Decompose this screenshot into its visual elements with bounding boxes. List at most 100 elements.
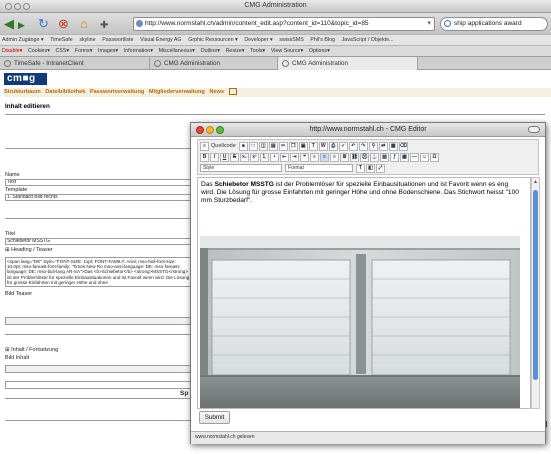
devbar-item[interactable]: Tools▾ xyxy=(250,48,265,54)
image-icon[interactable]: ▨ xyxy=(380,153,389,162)
bookmark-item[interactable]: Phil's Blog xyxy=(310,37,335,43)
devbar-item[interactable]: Forms▾ xyxy=(75,48,93,54)
bookmark-item[interactable]: Grphic Ressourcen ▾ xyxy=(188,37,237,43)
save-icon[interactable]: ■ xyxy=(238,142,248,151)
redo-icon[interactable]: ↷ xyxy=(358,142,368,151)
align-center-icon[interactable]: ≡ xyxy=(320,153,329,162)
anchor-icon[interactable]: ⚓ xyxy=(370,153,379,162)
nav-passwortverwaltung[interactable]: Passwortverwaltung xyxy=(90,89,144,95)
flash-icon[interactable]: ƒ xyxy=(390,153,399,162)
tab-cmg-admin-2[interactable]: CMG Administration xyxy=(278,57,418,70)
editor-paragraph[interactable]: Das Schiebetor MSSTG ist der Problemlöse… xyxy=(201,181,521,205)
bg-color-icon[interactable]: ◧ xyxy=(366,164,375,173)
submit-button[interactable]: Submit xyxy=(199,411,230,424)
style-select[interactable]: Style xyxy=(200,164,282,172)
source-label[interactable]: Quellcode xyxy=(211,143,236,149)
superscript-icon[interactable]: x² xyxy=(250,153,259,162)
maximize-icon[interactable]: ⤢ xyxy=(376,164,385,173)
bookmark-icon[interactable]: ✚ xyxy=(100,19,108,32)
spellcheck-icon[interactable]: ✓ xyxy=(338,142,348,151)
heading-teaser-toggle[interactable]: ⊞ Heading / Teaser xyxy=(5,247,53,253)
find-icon[interactable]: ⚲ xyxy=(368,142,378,151)
devbar-item[interactable]: Miscellaneous▾ xyxy=(159,48,195,54)
smiley-icon[interactable]: ☺ xyxy=(420,153,429,162)
justify-icon[interactable]: ≣ xyxy=(340,153,349,162)
toolbar-toggle-button[interactable] xyxy=(528,126,540,133)
text-color-icon[interactable]: T xyxy=(356,164,365,173)
blockquote-icon[interactable]: ❝ xyxy=(300,153,309,162)
back-icon[interactable]: ◀ xyxy=(4,17,14,30)
nav-dateibibliothek[interactable]: Dateibibliothek xyxy=(45,89,85,95)
align-left-icon[interactable]: ≡ xyxy=(310,153,319,162)
bookmark-item[interactable]: Admin Zugänge ▾ xyxy=(2,37,44,43)
new-page-icon[interactable]: □ xyxy=(248,142,258,151)
inhalt-toggle[interactable]: ⊞ Inhalt / Fortsetzung xyxy=(5,347,58,353)
subscript-icon[interactable]: x₂ xyxy=(240,153,249,162)
bookmark-item[interactable]: Visual Energy AG xyxy=(140,37,181,43)
indent-icon[interactable]: ⇥ xyxy=(290,153,299,162)
dropdown-icon[interactable]: ▾ xyxy=(427,19,431,27)
copy-icon[interactable]: ❐ xyxy=(288,142,298,151)
templates-icon[interactable]: ▤ xyxy=(268,142,278,151)
home-icon[interactable]: ⌂ xyxy=(80,17,88,30)
bold-icon[interactable]: B xyxy=(200,153,209,162)
cut-icon[interactable]: ✂ xyxy=(278,142,288,151)
devbar-item[interactable]: View Source▾ xyxy=(271,48,303,54)
garage-doors-image[interactable] xyxy=(200,236,520,408)
preview-icon[interactable]: ◫ xyxy=(258,142,268,151)
bild-teaser-field[interactable] xyxy=(5,317,193,325)
devbar-item[interactable]: Cookies▾ xyxy=(28,48,50,54)
italic-icon[interactable]: I xyxy=(210,153,219,162)
bookmark-item[interactable]: TimeSafe xyxy=(50,37,72,43)
source-icon[interactable]: ≡ xyxy=(200,142,209,151)
scroll-up-icon[interactable]: ▲ xyxy=(533,179,538,185)
select-all-icon[interactable]: ▦ xyxy=(388,142,398,151)
paste-icon[interactable]: ▣ xyxy=(298,142,308,151)
tab-cmg-admin-1[interactable]: CMG Administration xyxy=(150,57,278,70)
numbered-list-icon[interactable]: ⒈ xyxy=(260,153,269,162)
notes-icon[interactable] xyxy=(228,88,237,96)
format-select[interactable]: Format xyxy=(285,164,353,172)
unlink-icon[interactable]: ⛒ xyxy=(360,153,369,162)
content-field[interactable] xyxy=(5,381,193,389)
paste-text-icon[interactable]: T xyxy=(308,142,318,151)
bookmark-item[interactable]: swissSMS xyxy=(279,37,303,43)
outdent-icon[interactable]: ⇤ xyxy=(280,153,289,162)
devbar-item[interactable]: Disable▾ xyxy=(2,48,22,54)
devbar-item[interactable]: Images▾ xyxy=(98,48,118,54)
address-bar[interactable]: http://www.normstahl.ch/admin/content_ed… xyxy=(133,17,435,31)
teaser-textarea[interactable]: <span lang="DE" style="FONT-SIZE: 11pt; … xyxy=(5,257,193,287)
nav-news[interactable]: News xyxy=(209,89,224,95)
devbar-item[interactable]: Resize▾ xyxy=(226,48,245,54)
devbar-item[interactable]: Information▾ xyxy=(124,48,153,54)
bild-inhalt-field[interactable] xyxy=(5,365,193,373)
remove-format-icon[interactable]: ⌫ xyxy=(398,142,408,151)
template-select[interactable]: 1. Standard Bild rechts xyxy=(5,194,193,201)
hr-icon[interactable]: — xyxy=(410,153,419,162)
align-right-icon[interactable]: ≡ xyxy=(330,153,339,162)
devbar-item[interactable]: Options▾ xyxy=(309,48,330,54)
nav-strukturbaum[interactable]: Strukturbaum xyxy=(4,89,41,95)
replace-icon[interactable]: ⇄ xyxy=(378,142,388,151)
titel-field[interactable]: Schiebetor MSSTG xyxy=(5,238,193,245)
editor-content-area[interactable]: Das Schiebetor MSSTG ist der Problemlöse… xyxy=(197,177,531,409)
forward-icon[interactable]: ▶ xyxy=(18,19,25,32)
tab-timesafe[interactable]: TimeSafe - IntranetClient xyxy=(0,57,150,70)
print-icon[interactable]: ⎙ xyxy=(328,142,338,151)
scrollbar-thumb[interactable] xyxy=(533,190,538,380)
link-icon[interactable]: ⛓ xyxy=(350,153,359,162)
bookmark-item[interactable]: Developer ▾ xyxy=(244,37,272,43)
bookmark-item[interactable]: Passwortliste xyxy=(102,37,133,43)
table-icon[interactable]: ▦ xyxy=(400,153,409,162)
search-input[interactable]: ship applications award xyxy=(440,17,548,31)
reload-icon[interactable]: ↻ xyxy=(38,17,49,30)
nav-mitgliederverwaltung[interactable]: Mitgliederverwaltung xyxy=(149,89,205,95)
strike-icon[interactable]: S xyxy=(230,153,239,162)
bookmark-item[interactable]: skyline xyxy=(79,37,95,43)
editor-scrollbar[interactable]: ▲ xyxy=(531,177,540,409)
devbar-item[interactable]: CSS▾ xyxy=(55,48,69,54)
paste-word-icon[interactable]: W xyxy=(318,142,328,151)
bookmark-item[interactable]: JavaScript / Objekte... xyxy=(342,37,394,43)
underline-icon[interactable]: U xyxy=(220,153,229,162)
undo-icon[interactable]: ↶ xyxy=(348,142,358,151)
